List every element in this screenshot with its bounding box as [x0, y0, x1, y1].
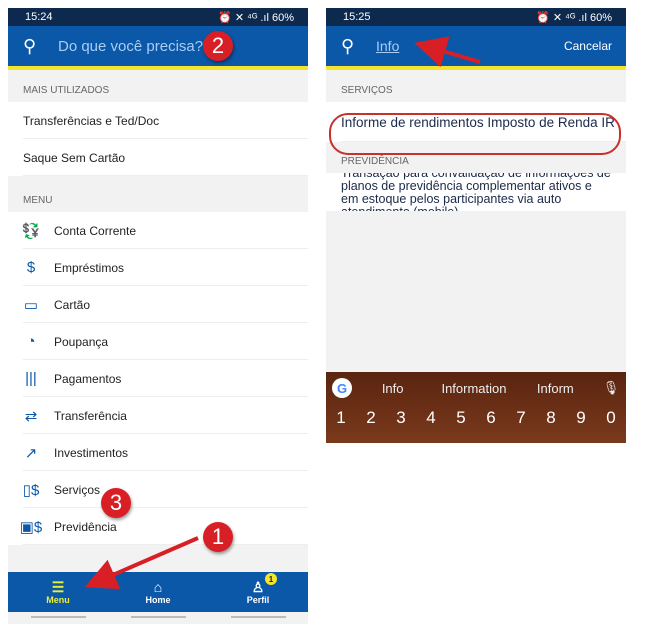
highlight-ellipse	[329, 113, 621, 155]
arrow-to-query	[414, 36, 481, 68]
arrow-to-menu	[84, 536, 199, 590]
annotation-arrows	[84, 36, 621, 590]
